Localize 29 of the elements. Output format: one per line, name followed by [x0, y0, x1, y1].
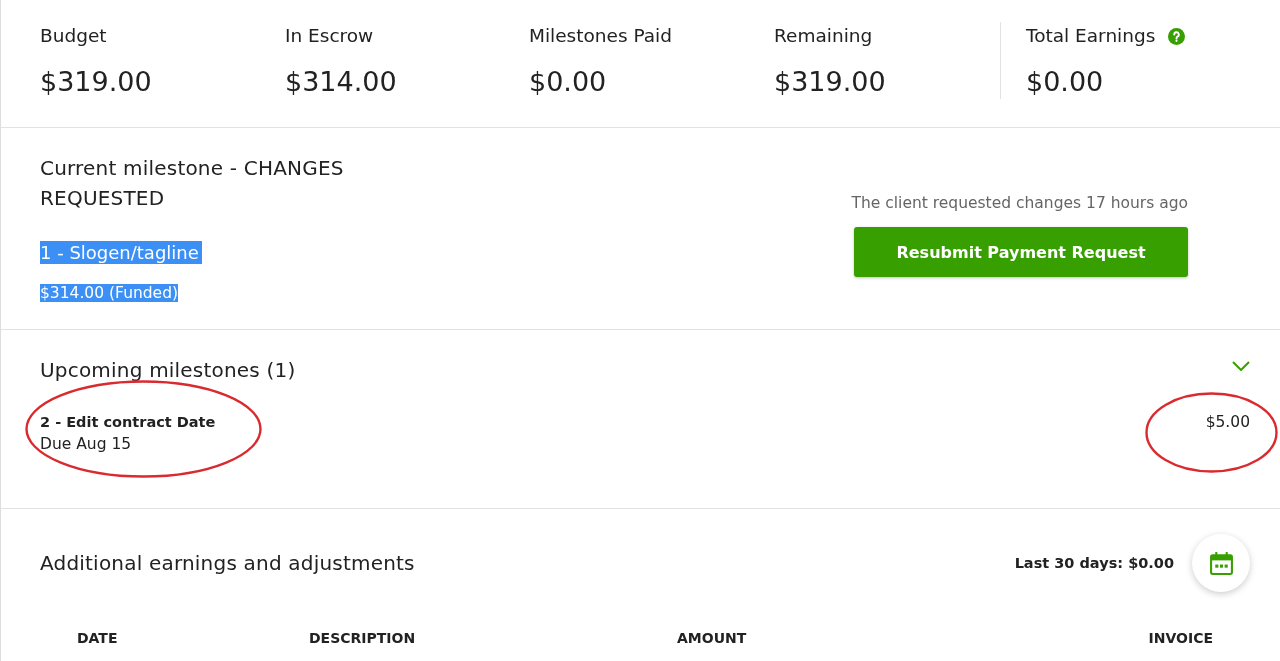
stat-value: $314.00	[285, 65, 398, 99]
column-header: DESCRIPTION	[309, 629, 417, 648]
stat-label: Total Earnings	[1026, 24, 1156, 48]
stat-label: In Escrow	[285, 24, 375, 48]
section-heading: Current milestone - CHANGES REQUESTED	[40, 155, 345, 212]
column-header: INVOICE	[1148, 629, 1213, 648]
column-header: DATE	[77, 629, 119, 648]
period-total: Last 30 days: $0.00	[1014, 555, 1174, 571]
due-date: Due Aug 15	[40, 434, 133, 454]
stat-value: $0.00	[529, 65, 608, 99]
help-icon[interactable]	[1168, 27, 1186, 45]
stat-label: Budget	[40, 24, 108, 48]
section-heading: Upcoming milestones (1)	[40, 357, 296, 384]
column-header: AMOUNT	[677, 629, 748, 648]
status-note: The client requested changes 17 hours ago	[851, 193, 1188, 214]
calendar-icon	[1208, 550, 1234, 576]
stat-label: Remaining	[774, 24, 874, 48]
stat-value: $0.00	[1026, 65, 1105, 99]
milestone-amount: $5.00	[1205, 412, 1250, 433]
milestone-title: 1 - Slogen/tagline	[40, 241, 202, 264]
calendar-button[interactable]	[1192, 534, 1250, 592]
milestone-amount: $314.00 (Funded)	[40, 284, 179, 302]
resubmit-button[interactable]: Resubmit Payment Request	[854, 227, 1188, 277]
stat-value: $319.00	[774, 65, 887, 99]
milestone-title: 2 - Edit contract Date	[40, 413, 216, 432]
chevron-icon[interactable]	[1232, 361, 1250, 371]
section-heading: Additional earnings and adjustments	[40, 550, 415, 577]
stat-label: Milestones Paid	[529, 24, 673, 48]
stat-value: $319.00	[40, 65, 153, 99]
